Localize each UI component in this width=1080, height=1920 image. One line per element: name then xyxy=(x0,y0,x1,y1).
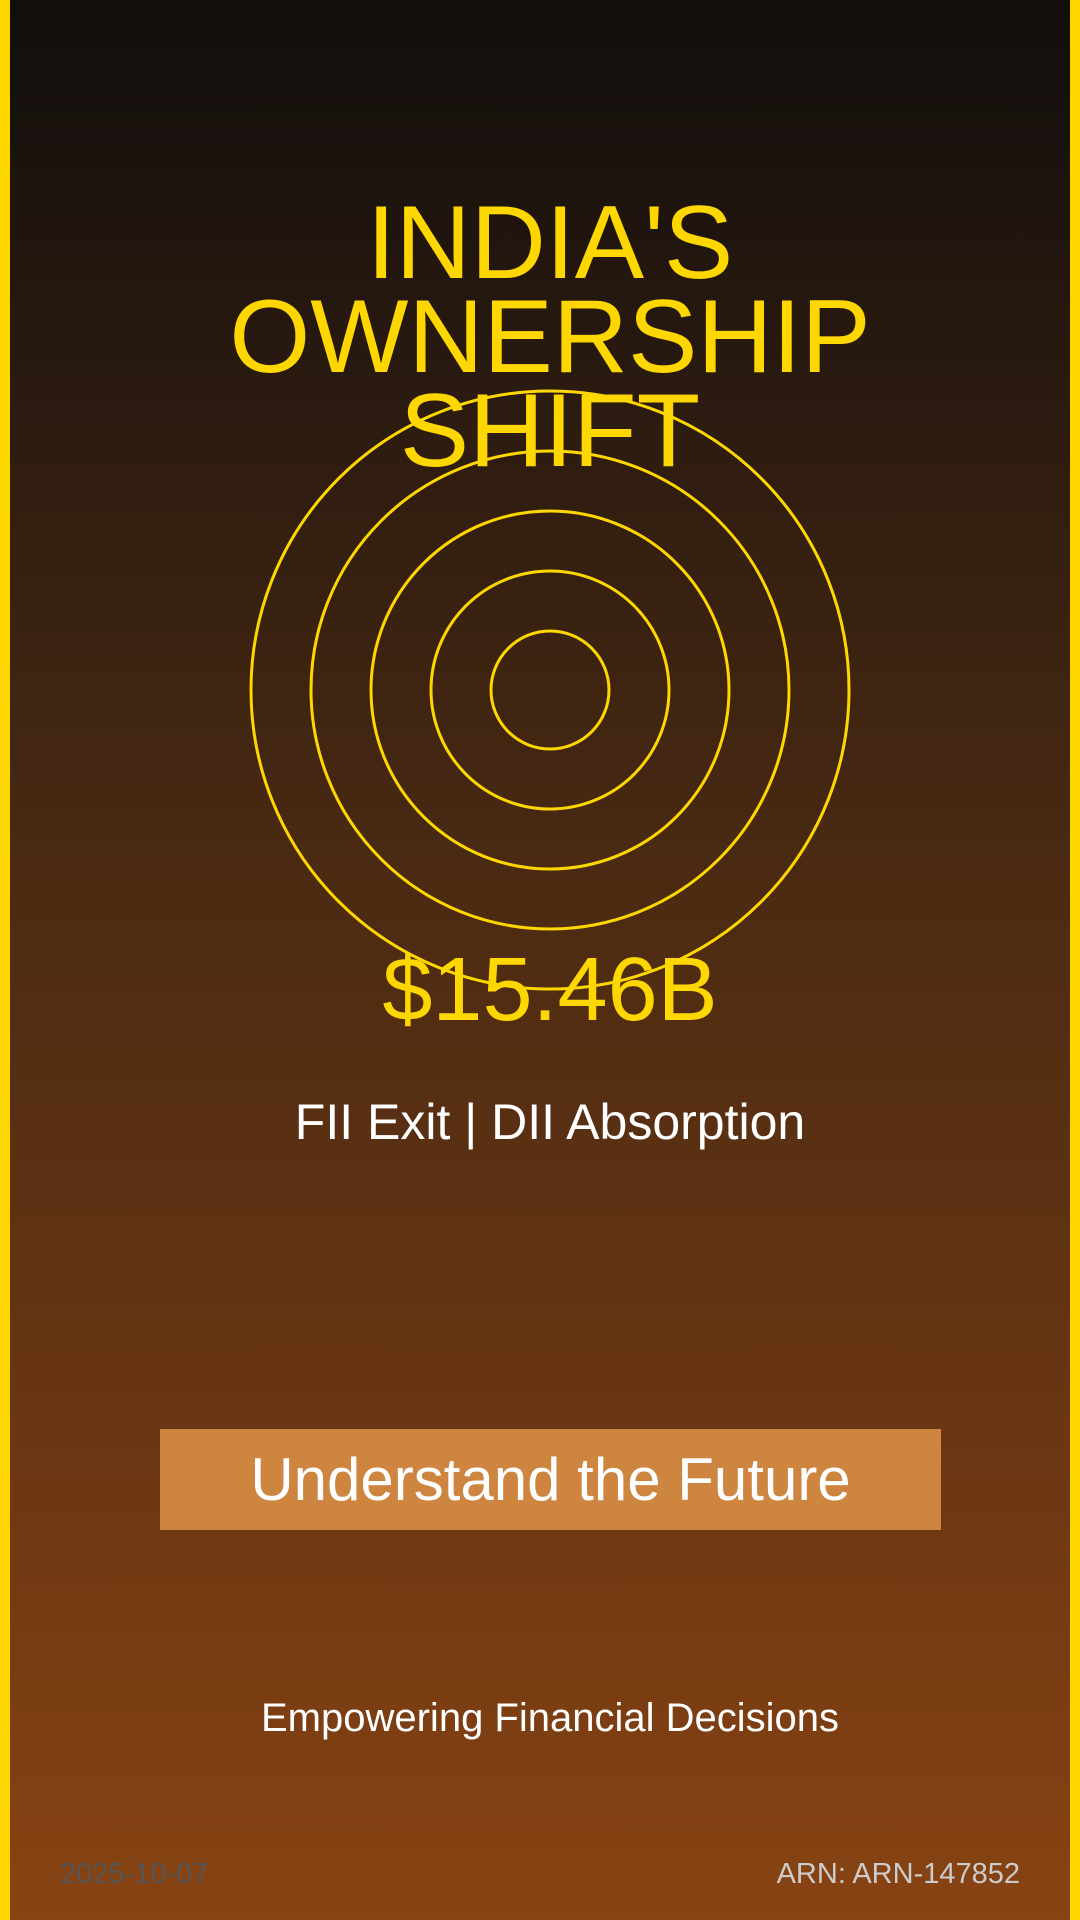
ring-3 xyxy=(369,509,731,871)
tagline: Empowering Financial Decisions xyxy=(260,1696,840,1740)
poster: INDIA'S OWNERSHIP SHIFT $15.46B FII Exit… xyxy=(0,0,1080,1920)
footer-date: 2025-10-07 xyxy=(60,1858,209,1890)
title-line-2: OWNERSHIP xyxy=(229,279,871,395)
footer-arn: ARN: ARN-147852 xyxy=(776,1858,1020,1890)
ring-2 xyxy=(429,569,671,811)
page-title: INDIA'S OWNERSHIP SHIFT xyxy=(10,185,1070,489)
understand-future-button[interactable]: Understand the Future xyxy=(160,1429,941,1530)
subtitle: FII Exit | DII Absorption xyxy=(294,1094,806,1150)
title-line-1: INDIA'S xyxy=(366,185,734,301)
ring-4 xyxy=(309,449,791,931)
ring-1 xyxy=(489,629,611,751)
title-line-3: SHIFT xyxy=(399,373,701,489)
headline-amount: $15.46B xyxy=(382,940,718,1040)
